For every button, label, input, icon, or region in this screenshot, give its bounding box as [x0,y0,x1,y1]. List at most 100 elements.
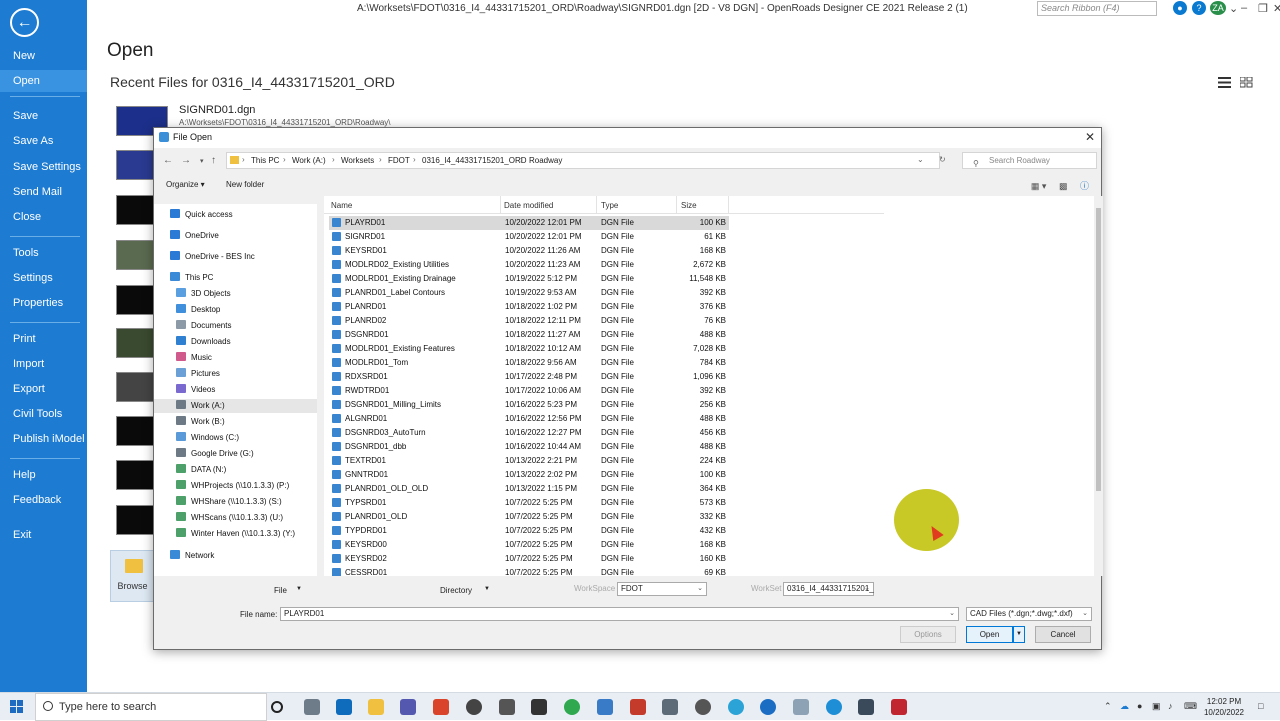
column-divider[interactable] [500,196,501,214]
chevron-down-icon[interactable]: ⌄ [949,608,955,620]
nav-item[interactable]: Videos [176,383,215,397]
nav-item[interactable]: Downloads [176,335,231,349]
app-icon[interactable] [695,699,711,715]
file-row[interactable]: KEYSRD02 10/7/2022 5:25 PM DGN File 160 KB [329,552,729,566]
nav-item[interactable]: Windows (C:) [176,431,239,445]
task-view-icon[interactable] [304,699,320,715]
sidebar-item-help[interactable]: Help [0,464,87,486]
ribbon-search-input[interactable]: Search Ribbon (F4) [1037,1,1157,16]
chevron-right-icon[interactable]: › [379,155,382,164]
file-row[interactable]: PLANRD02 10/18/2022 12:11 PM DGN File 76 KB [329,314,729,328]
file-row[interactable]: PLAYRD01 10/20/2022 12:01 PM DGN File 100 K… [329,216,729,230]
address-bar[interactable]: › This PC › Work (A:) › Worksets › FDOT › 0316_I… [226,152,946,169]
breadcrumb-item[interactable]: FDOT [388,156,410,165]
nav-item[interactable]: Pictures [176,367,220,381]
file-row[interactable]: DSGNRD03_AutoTurn 10/16/2022 12:27 PM DGN … [329,426,729,440]
sidebar-item-feedback[interactable]: Feedback [0,489,87,511]
file-row[interactable]: MODLRD01_Existing Features 10/18/2022 10:… [329,342,729,356]
sidebar-item-close[interactable]: Close [0,206,87,228]
options-button[interactable]: Options [900,626,956,643]
nav-item[interactable]: WHShare (\\10.1.3.3) (S:) [176,495,282,509]
nav-item[interactable]: OneDrive - BES Inc [170,250,255,264]
sidebar-item-civil-tools[interactable]: Civil Tools [0,403,87,425]
network-icon[interactable]: ▣ [1152,701,1162,711]
file-row[interactable]: ALGNRD01 10/16/2022 12:56 PM DGN File 488 K… [329,412,729,426]
windows-start-icon[interactable] [10,700,24,714]
file-row[interactable]: DSGNRD01 10/18/2022 11:27 AM DGN File 488 K… [329,328,729,342]
sidebar-item-send-mail[interactable]: Send Mail [0,181,87,203]
file-menu[interactable]: File [274,586,287,595]
chevron-right-icon[interactable]: › [520,155,523,164]
file-row[interactable]: RWDTRD01 10/17/2022 10:06 AM DGN File 392 K… [329,384,729,398]
settings-icon[interactable] [499,699,515,715]
nav-item[interactable]: WHScans (\\10.1.3.3) (U:) [176,511,283,525]
notification-icon[interactable]: □ [1258,701,1268,711]
breadcrumb-item[interactable]: Work (A:) [292,156,326,165]
file-row[interactable]: PLANRD01_OLD 10/7/2022 5:25 PM DGN File 332… [329,510,729,524]
sidebar-item-new[interactable]: New [0,45,87,67]
nav-item[interactable]: Winter Haven (\\10.1.3.3) (Y:) [176,527,295,541]
pdf-icon[interactable] [891,699,907,715]
restore-icon[interactable]: ❐ [1258,2,1268,15]
close-icon[interactable]: ✕ [1085,130,1095,144]
back-icon[interactable]: ← [163,155,173,166]
app-icon[interactable] [597,699,613,715]
file-row[interactable]: MODLRD01_Existing Drainage 10/19/2022 5:1… [329,272,729,286]
scrollbar[interactable] [1094,196,1103,576]
app-icon[interactable] [826,699,842,715]
chevron-right-icon[interactable]: › [413,155,416,164]
preview-pane-icon[interactable]: ▩ [1059,181,1068,191]
nav-item[interactable]: Desktop [176,303,220,317]
directory-menu[interactable]: Directory [440,586,472,595]
file-row[interactable]: TYPDRD01 10/7/2022 5:25 PM DGN File 432 KB [329,524,729,538]
app-icon[interactable] [630,699,646,715]
file-row[interactable]: SIGNRD01 10/20/2022 12:01 PM DGN File 61 KB [329,230,729,244]
column-header-name[interactable]: Name [331,201,352,210]
search-input[interactable]: ⚲ Search Roadway [962,152,1097,169]
sidebar-item-save-settings[interactable]: Save Settings [0,156,87,178]
sidebar-item-publish-imodel[interactable]: Publish iModel [0,428,87,450]
user-avatar[interactable]: ZA [1210,1,1226,15]
open-dropdown-icon[interactable]: ▼ [1013,626,1025,643]
nav-item[interactable]: Work (B:) [176,415,225,429]
grid-view-icon[interactable] [1240,77,1253,88]
file-row[interactable]: DSGNRD01_Milling_Limits 10/16/2022 5:23 P… [329,398,729,412]
file-row[interactable]: TYPSRD01 10/7/2022 5:25 PM DGN File 573 KB [329,496,729,510]
keyboard-icon[interactable]: ⌨ [1184,701,1197,711]
file-row[interactable]: PLANRD01_Label Contours 10/19/2022 9:53 A… [329,286,729,300]
breadcrumb-item[interactable]: Worksets [341,156,374,165]
column-divider[interactable] [676,196,677,214]
outlook-icon[interactable] [336,699,352,715]
close-window-icon[interactable]: ✕ [1273,2,1280,15]
nav-item[interactable]: Music [176,351,212,365]
nav-item[interactable]: Documents [176,319,231,333]
workset-select[interactable]: 0316_I4_44331715201_ ⌄ [783,582,874,596]
app-icon[interactable] [728,699,744,715]
file-row[interactable]: DSGNRD01_dbb 10/16/2022 10:44 AM DGN File 4… [329,440,729,454]
nav-item[interactable]: Google Drive (G:) [176,447,254,461]
column-divider[interactable] [728,196,729,214]
app-icon[interactable] [433,699,449,715]
new-folder-button[interactable]: New folder [226,180,264,189]
sidebar-item-import[interactable]: Import [0,353,87,375]
file-row[interactable]: MODLRD01_Tom 10/18/2022 9:56 AM DGN File 78… [329,356,729,370]
breadcrumb-item[interactable]: This PC [251,156,279,165]
cancel-button[interactable]: Cancel [1035,626,1091,643]
sidebar-item-save-as[interactable]: Save As [0,130,87,152]
refresh-icon[interactable]: ↻ [939,155,946,164]
file-row[interactable]: TEXTRD01 10/13/2022 2:21 PM DGN File 224 KB [329,454,729,468]
nav-item[interactable]: Work (A:) [154,399,317,413]
chevron-down-icon[interactable]: ⌄ [917,155,924,164]
microphone-icon[interactable]: ● [1137,701,1147,711]
nav-item[interactable]: OneDrive [170,229,219,243]
cortana-icon[interactable] [271,701,283,713]
clock[interactable]: 12:02 PM 10/20/2022 [1200,696,1248,718]
file-row[interactable]: CESSRD01 10/7/2022 5:25 PM DGN File 69 KB [329,566,729,576]
file-explorer-icon[interactable] [368,699,384,715]
chevron-right-icon[interactable]: › [283,155,286,164]
file-row[interactable]: RDXSRD01 10/17/2022 2:48 PM DGN File 1,096 … [329,370,729,384]
volume-icon[interactable]: ♪ [1168,701,1178,711]
forward-icon[interactable]: → [181,155,191,166]
workspace-select[interactable]: FDOT ⌄ [617,582,707,596]
nav-item[interactable]: 3D Objects [176,287,231,301]
